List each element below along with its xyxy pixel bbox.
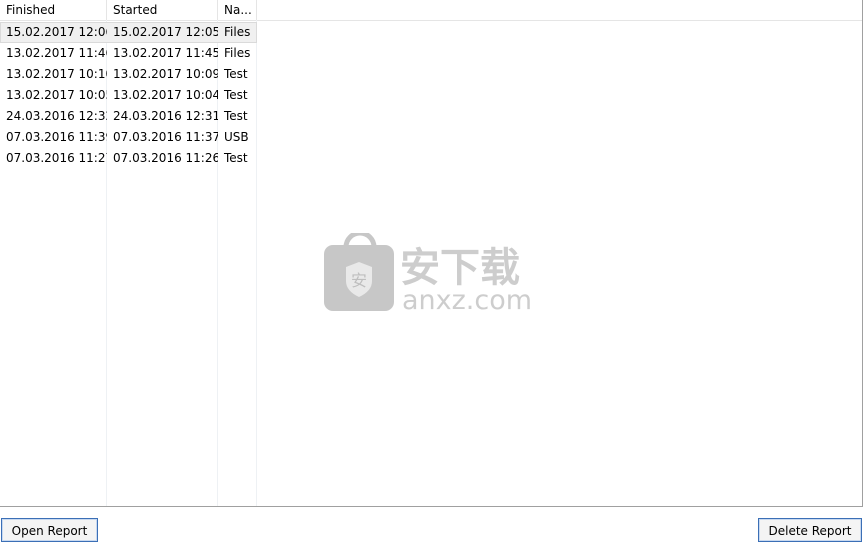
table-row[interactable]: 24.03.2016 12:32 24.03.2016 12:31 Test xyxy=(0,106,257,127)
cell-name: USB xyxy=(224,130,249,144)
cell-finished: 13.02.2017 11:46 xyxy=(6,46,107,60)
table-row[interactable]: 15.02.2017 12:06 15.02.2017 12:05 Files xyxy=(0,22,257,43)
report-list[interactable]: Finished Started Na... 15.02.2017 12:06 1… xyxy=(0,0,863,507)
cell-finished: 24.03.2016 12:32 xyxy=(6,109,107,123)
table-row[interactable]: 13.02.2017 10:10 13.02.2017 10:09 Test xyxy=(0,64,257,85)
cell-name: Test xyxy=(224,88,248,102)
column-header-finished[interactable]: Finished xyxy=(0,0,107,20)
cell-finished: 07.03.2016 11:39 xyxy=(6,130,107,144)
table-row[interactable]: 13.02.2017 10:05 13.02.2017 10:04 Test xyxy=(0,85,257,106)
cell-finished: 13.02.2017 10:05 xyxy=(6,88,107,102)
cell-finished: 07.03.2016 11:27 xyxy=(6,151,107,165)
cell-name: Test xyxy=(224,109,248,123)
open-report-button[interactable]: Open Report xyxy=(1,518,98,542)
delete-report-button[interactable]: Delete Report xyxy=(758,518,862,542)
cell-started: 13.02.2017 11:45 xyxy=(113,46,218,60)
cell-started: 13.02.2017 10:09 xyxy=(113,67,218,81)
cell-started: 24.03.2016 12:31 xyxy=(113,109,218,123)
cell-name: Files xyxy=(224,25,251,39)
table-row[interactable]: 07.03.2016 11:27 07.03.2016 11:26 Test xyxy=(0,148,257,169)
cell-name: Files xyxy=(224,46,251,60)
table-row[interactable]: 13.02.2017 11:46 13.02.2017 11:45 Files xyxy=(0,43,257,64)
cell-started: 15.02.2017 12:05 xyxy=(113,25,218,39)
cell-started: 13.02.2017 10:04 xyxy=(113,88,218,102)
list-header: Finished Started Na... xyxy=(0,0,862,21)
cell-finished: 13.02.2017 10:10 xyxy=(6,67,107,81)
cell-name: Test xyxy=(224,151,248,165)
cell-finished: 15.02.2017 12:06 xyxy=(6,25,107,39)
table-row[interactable]: 07.03.2016 11:39 07.03.2016 11:37 USB xyxy=(0,127,257,148)
cell-started: 07.03.2016 11:26 xyxy=(113,151,218,165)
report-rows: 15.02.2017 12:06 15.02.2017 12:05 Files 13.… xyxy=(0,22,257,169)
cell-name: Test xyxy=(224,67,248,81)
cell-started: 07.03.2016 11:37 xyxy=(113,130,218,144)
column-header-started[interactable]: Started xyxy=(107,0,218,20)
column-header-name[interactable]: Na... xyxy=(218,0,257,20)
